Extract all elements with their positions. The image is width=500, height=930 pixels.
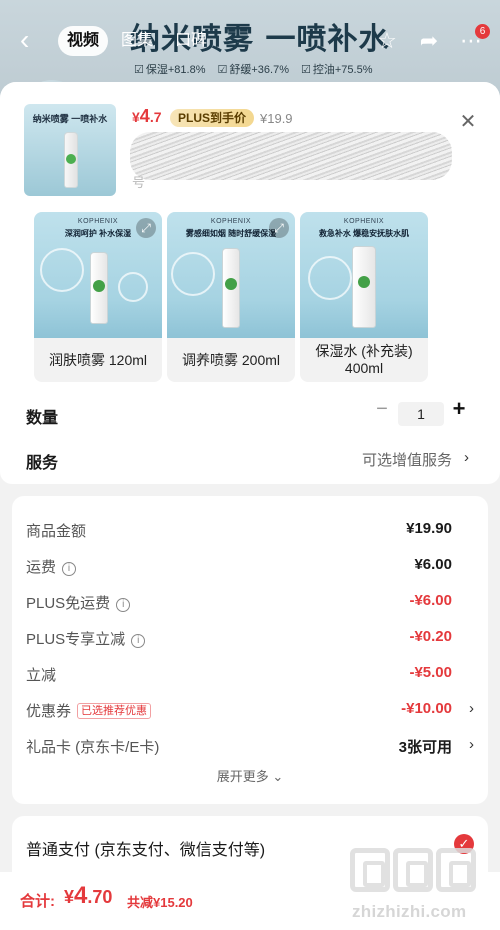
quantity-plus-button[interactable]: + bbox=[449, 396, 469, 422]
variant-label: 润肤喷雾 120ml bbox=[48, 351, 148, 368]
price-decimal: .7 bbox=[149, 109, 162, 125]
row-label: 商品金额 bbox=[26, 523, 87, 540]
variant-card[interactable]: KOPHENIX 深润呵护 补水保湿 ⤢ 润肤喷雾 120ml bbox=[34, 212, 162, 382]
bubble-graphic bbox=[308, 256, 352, 300]
variant-brand: KOPHENIX bbox=[343, 218, 385, 225]
price-row-instant-discount: 立减 -¥5.00 bbox=[26, 664, 474, 684]
recommended-tag: 已选推荐优惠 bbox=[77, 703, 152, 719]
watermark-text: zhizhizhi.com bbox=[352, 902, 467, 921]
variant-tagline: 救急补水 爆稳安抚肤水肌 bbox=[318, 229, 410, 238]
quantity-label: 数量 bbox=[26, 410, 59, 427]
service-label: 服务 bbox=[26, 455, 59, 472]
chevron-right-icon[interactable]: › bbox=[464, 449, 469, 466]
notification-badge: 6 bbox=[475, 24, 490, 39]
info-icon[interactable]: i bbox=[62, 562, 77, 576]
variant-card[interactable]: KOPHENIX 救急补水 爆稳安抚肤水肌 保湿水 (补充装) 400ml bbox=[300, 212, 428, 382]
redacted-text: 号 bbox=[132, 175, 146, 190]
tab-video[interactable]: 视频 bbox=[58, 26, 109, 56]
variant-image: KOPHENIX 救急补水 爆稳安抚肤水肌 bbox=[300, 212, 428, 338]
row-label: PLUS专享立减 bbox=[26, 631, 126, 648]
row-value: 3张可用 bbox=[398, 739, 452, 756]
bubble-graphic bbox=[171, 252, 215, 296]
row-value: -¥5.00 bbox=[409, 664, 452, 681]
quantity-minus-button[interactable]: − bbox=[372, 398, 392, 421]
redacted-scribble bbox=[130, 132, 452, 180]
variant-label: 调养喷雾 200ml bbox=[181, 351, 281, 368]
total-integer: 4 bbox=[74, 882, 88, 909]
price-breakdown-card: 商品金额 ¥19.90 运费 i ¥6.00 PLUS免运费 i -¥6.00 PL… bbox=[12, 496, 488, 804]
row-label: 运费 bbox=[26, 559, 57, 576]
payment-label: 普通支付 (京东支付、微信支付等) bbox=[26, 842, 266, 859]
chevron-right-icon[interactable]: › bbox=[469, 700, 474, 717]
expand-icon[interactable]: ⤢ bbox=[136, 218, 156, 238]
leaf-graphic bbox=[225, 278, 237, 290]
expand-more-link[interactable]: 展开更多 ⌄ bbox=[12, 766, 488, 785]
price-row-shipping: 运费 i ¥6.00 bbox=[26, 556, 474, 576]
total-symbol: ¥ bbox=[64, 887, 75, 907]
purchase-sheet: 纳米喷雾 一喷补水 ¥4.7 PLUS到手价 ¥19.9 ✕ 号 KOPHENI… bbox=[0, 82, 500, 930]
quantity-service-card: 数量 − 1 + 服务 可选增值服务 › bbox=[0, 382, 500, 484]
leaf-graphic bbox=[358, 276, 370, 288]
close-icon[interactable]: ✕ bbox=[458, 112, 478, 132]
chevron-right-icon[interactable]: › bbox=[469, 736, 474, 753]
variant-list: KOPHENIX 深润呵护 补水保湿 ⤢ 润肤喷雾 120ml KOPHENIX… bbox=[0, 210, 500, 382]
variant-label: 保湿水 (补充装) 400ml bbox=[315, 343, 413, 376]
current-price: ¥4.7 bbox=[132, 106, 162, 127]
row-label: 立减 bbox=[26, 667, 57, 684]
watermark-logo bbox=[350, 848, 490, 898]
price-row-coupon[interactable]: 优惠券 已选推荐优惠 -¥10.00 › bbox=[26, 700, 474, 720]
info-icon[interactable]: i bbox=[116, 598, 131, 612]
plus-price-tag: PLUS到手价 bbox=[170, 109, 255, 127]
row-label: 礼品卡 (京东卡/E卡) bbox=[26, 739, 160, 756]
bubble-graphic bbox=[40, 248, 84, 292]
price-row-gift-card[interactable]: 礼品卡 (京东卡/E卡) 3张可用 › bbox=[26, 736, 474, 756]
total-label: 合计: bbox=[20, 893, 55, 910]
tab-gallery[interactable]: 图集 bbox=[112, 26, 162, 56]
expand-icon[interactable]: ⤢ bbox=[269, 218, 289, 238]
product-thumbnail[interactable]: 纳米喷雾 一喷补水 bbox=[24, 104, 116, 196]
leaf-graphic bbox=[66, 154, 76, 164]
star-icon[interactable]: ☆ bbox=[374, 28, 400, 54]
total-decimal: .70 bbox=[87, 887, 113, 907]
back-arrow-icon[interactable]: ‹ bbox=[20, 26, 44, 54]
share-icon[interactable]: ➦ bbox=[416, 28, 442, 54]
total-savings: 共减¥15.20 bbox=[127, 895, 193, 910]
leaf-graphic bbox=[93, 280, 105, 292]
row-value: -¥0.20 bbox=[409, 628, 452, 645]
top-nav-bar: ‹ 视频 图集 口碑 ☆ ➦ ⋯ 6 bbox=[0, 20, 500, 64]
thumbnail-title: 纳米喷雾 一喷补水 bbox=[32, 114, 108, 124]
row-value: -¥10.00 bbox=[401, 700, 452, 717]
media-tabs: 视频 图集 口碑 bbox=[58, 26, 216, 56]
row-value: ¥19.90 bbox=[406, 520, 452, 537]
row-label: 优惠券 bbox=[26, 703, 72, 720]
row-value: -¥6.00 bbox=[409, 592, 452, 609]
price-integer: 4 bbox=[139, 106, 150, 126]
price-row-subtotal: 商品金额 ¥19.90 bbox=[26, 520, 474, 540]
service-selector[interactable]: 可选增值服务 bbox=[362, 449, 452, 470]
total-amount: ¥4.70 bbox=[64, 882, 112, 910]
variant-card[interactable]: KOPHENIX 雾感细如烟 随时舒缓保湿 ⤢ 调养喷雾 200ml bbox=[167, 212, 295, 382]
price-symbol: ¥ bbox=[132, 109, 140, 125]
tab-reviews[interactable]: 口碑 bbox=[166, 26, 216, 56]
bubble-graphic bbox=[118, 272, 148, 302]
sheet-header: 纳米喷雾 一喷补水 ¥4.7 PLUS到手价 ¥19.9 ✕ 号 bbox=[0, 82, 500, 210]
row-label: PLUS免运费 bbox=[26, 595, 111, 612]
original-price: ¥19.9 bbox=[260, 111, 293, 126]
row-value: ¥6.00 bbox=[414, 556, 452, 573]
price-row-plus-free-shipping: PLUS免运费 i -¥6.00 bbox=[26, 592, 474, 612]
quantity-input[interactable]: 1 bbox=[398, 402, 444, 426]
price-row-plus-discount: PLUS专享立减 i -¥0.20 bbox=[26, 628, 474, 648]
info-icon[interactable]: i bbox=[131, 634, 146, 648]
